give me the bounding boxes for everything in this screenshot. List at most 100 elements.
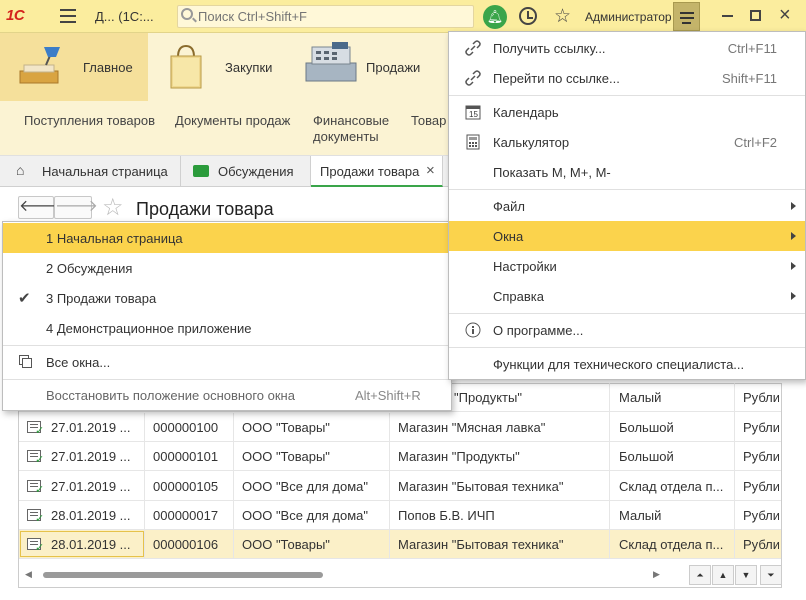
- cell-date: 27.01.2019 ...: [51, 420, 131, 435]
- menu-item-label: Календарь: [493, 105, 559, 120]
- history-icon[interactable]: [519, 7, 537, 25]
- cell-number: 000000017: [153, 508, 219, 523]
- scroll-right-icon[interactable]: ▶: [653, 569, 660, 580]
- cell-org: ООО "Товары": [242, 420, 330, 435]
- app-title: Д... (1С:...: [95, 9, 154, 24]
- back-button[interactable]: 🡐: [18, 196, 62, 219]
- table-row[interactable]: 27.01.2019 ... 000000101 ООО "Товары" Ма…: [19, 442, 781, 471]
- user-name[interactable]: Администратор: [585, 10, 672, 24]
- table-row-selected[interactable]: 28.01.2019 ... 000000106 ООО "Товары" Ма…: [19, 530, 781, 559]
- window-item-home[interactable]: 1 Начальная страница: [3, 223, 451, 253]
- restore-window-item[interactable]: Восстановить положение основного окна Al…: [3, 381, 451, 411]
- shopping-bag-icon: [170, 44, 202, 89]
- windows-icon-front: [22, 358, 32, 368]
- submenu-arrow-icon: [791, 292, 796, 300]
- section-label: Закупки: [225, 60, 273, 75]
- document-posted-icon: [27, 450, 44, 466]
- cell-currency: Рубли: [743, 537, 779, 552]
- menu-separator: [449, 347, 805, 348]
- document-posted-icon: [27, 509, 44, 525]
- tab-sales[interactable]: Продажи товара ×: [311, 156, 443, 187]
- subsection-finance-docs[interactable]: Финансовые документы: [313, 113, 403, 145]
- hamburger-menu-icon[interactable]: [60, 9, 76, 27]
- column-divider: [609, 383, 610, 559]
- close-icon[interactable]: ×: [779, 4, 791, 27]
- section-purchases[interactable]: Закупки: [148, 33, 290, 101]
- settings-item[interactable]: Настройки: [449, 251, 805, 281]
- scroll-down-icon[interactable]: ▼: [735, 565, 757, 585]
- submenu-arrow-icon: [791, 232, 796, 240]
- cell-type: Склад отдела п...: [619, 537, 724, 552]
- main-menu-button[interactable]: [673, 2, 700, 31]
- windows-submenu: 1 Начальная страница 2 Обсуждения ✔ 3 Пр…: [2, 221, 452, 411]
- cell-date: 28.01.2019 ...: [51, 508, 131, 523]
- table-row[interactable]: 28.01.2019 ... 000000017 ООО "Все для до…: [19, 501, 781, 530]
- calculator-item[interactable]: Калькулятор Ctrl+F2: [449, 127, 805, 157]
- document-posted-icon: [27, 538, 44, 554]
- menu-item-label: Справка: [493, 289, 544, 304]
- cash-register-icon: [305, 42, 357, 82]
- calendar-icon: 15: [465, 105, 481, 120]
- checkmark-icon: ✔: [18, 290, 31, 307]
- menu-item-label: Окна: [493, 229, 524, 244]
- menu-item-shortcut: Alt+Shift+R: [355, 388, 421, 403]
- tab-discussions[interactable]: Обсуждения: [181, 156, 311, 187]
- subsection-sales-docs[interactable]: Документы продаж: [175, 113, 290, 129]
- menu-separator: [449, 313, 805, 314]
- window-item-demo[interactable]: 4 Демонстрационное приложение: [3, 313, 451, 343]
- cell-date: 28.01.2019 ...: [51, 537, 131, 552]
- calculator-icon: [466, 134, 480, 150]
- menu-item-label: 2 Обсуждения: [46, 261, 133, 276]
- scrollbar-thumb[interactable]: [43, 572, 323, 578]
- bell-icon[interactable]: 🔔︎: [483, 5, 507, 29]
- subsection-receipts[interactable]: Поступления товаров: [24, 113, 155, 129]
- cell-org: ООО "Товары": [242, 449, 330, 464]
- show-m-item[interactable]: Показать M, M+, M-: [449, 157, 805, 187]
- tech-functions-item[interactable]: Функции для технического специалиста...: [449, 349, 805, 379]
- menu-item-shortcut: Ctrl+F11: [727, 41, 777, 56]
- cell-store: Магазин "Продукты": [398, 449, 520, 464]
- file-item[interactable]: Файл: [449, 191, 805, 221]
- submenu-arrow-icon: [791, 262, 796, 270]
- about-item[interactable]: О программе...: [449, 315, 805, 345]
- maximize-icon[interactable]: [750, 10, 761, 21]
- get-link-item[interactable]: Получить ссылку... Ctrl+F11: [449, 33, 805, 63]
- favorites-star-icon[interactable]: ☆: [554, 5, 571, 28]
- tab-label: Продажи товара: [320, 164, 420, 179]
- section-sales[interactable]: Продажи: [290, 33, 450, 101]
- cell-store: Магазин "Мясная лавка": [398, 420, 546, 435]
- table-row[interactable]: 27.01.2019 ... 000000105 ООО "Все для до…: [19, 472, 781, 501]
- favorite-star-icon[interactable]: ☆: [102, 193, 124, 222]
- window-item-discussions[interactable]: 2 Обсуждения: [3, 253, 451, 283]
- menu-item-label: 3 Продажи товара: [46, 291, 157, 306]
- window-item-sales[interactable]: ✔ 3 Продажи товара: [3, 283, 451, 313]
- menu-item-label: Настройки: [493, 259, 557, 274]
- search-input[interactable]: [198, 9, 468, 24]
- forward-button[interactable]: 🡒: [54, 196, 98, 219]
- scroll-to-bottom-icon[interactable]: ⏷: [760, 565, 782, 585]
- scroll-up-icon[interactable]: ▲: [712, 565, 734, 585]
- tab-home[interactable]: ⌂ Начальная страница: [0, 156, 181, 187]
- cell-type: Большой: [619, 420, 674, 435]
- app-logo: 1С: [6, 7, 25, 24]
- all-windows-item[interactable]: Все окна...: [3, 347, 451, 377]
- section-label: Главное: [83, 60, 133, 75]
- calendar-item[interactable]: 15 Календарь: [449, 97, 805, 127]
- scroll-to-top-icon[interactable]: ⏶: [689, 565, 711, 585]
- menu-item-label: Все окна...: [46, 355, 111, 370]
- cell-number: 000000105: [153, 479, 219, 494]
- windows-item[interactable]: Окна: [449, 221, 805, 251]
- desk-lamp-icon: [19, 47, 60, 84]
- info-icon: [465, 322, 481, 338]
- search-icon: [181, 8, 193, 20]
- cell-currency: Рубли: [743, 449, 779, 464]
- goto-link-item[interactable]: Перейти по ссылке... Shift+F11: [449, 63, 805, 93]
- tab-close-icon[interactable]: ×: [426, 162, 435, 179]
- cell-store: Магазин "Бытовая техника": [398, 479, 564, 494]
- minimize-icon[interactable]: [722, 15, 733, 17]
- section-main[interactable]: Главное: [0, 33, 148, 101]
- subsection-goods[interactable]: Товар: [411, 113, 450, 129]
- table-row[interactable]: 27.01.2019 ... 000000100 ООО "Товары" Ма…: [19, 413, 781, 442]
- scroll-left-icon[interactable]: ◀: [25, 569, 32, 580]
- help-item[interactable]: Справка: [449, 281, 805, 311]
